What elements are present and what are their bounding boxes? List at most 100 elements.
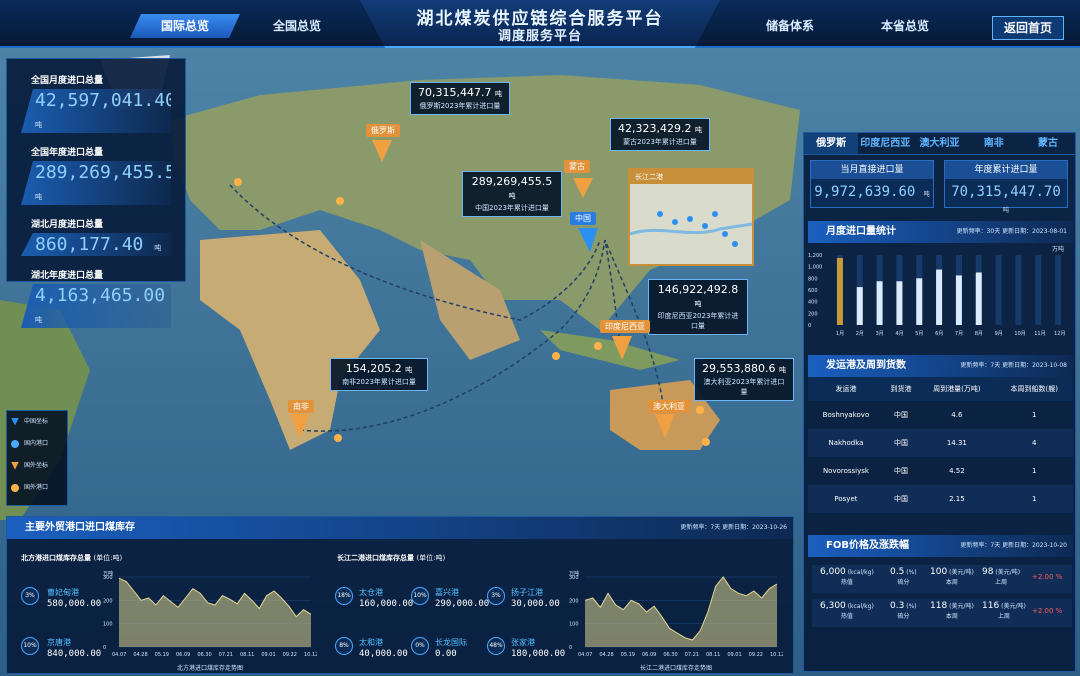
port-name: 扬子江港 [511,588,543,597]
nav-province[interactable]: 本省总览 [850,14,960,38]
map-popup[interactable]: 289,269,455.5 吨中国2023年累计进口量 [462,171,562,217]
x-tick-label: 5月 [915,331,923,337]
country-tag[interactable]: 澳大利亚 [648,400,690,413]
stat-label: 全国年度进口总量 [31,148,104,158]
yangtze-title: 长江二港进口煤库存总量 (单位:吨) [337,554,446,562]
legend-item: 国外坐标 [11,459,63,481]
tab-indonesia[interactable]: 印度尼西亚 [858,133,912,154]
y-tick-label: 0 [569,645,572,651]
y-tick-label: 600 [808,288,818,294]
y-tick-label: 400 [808,300,818,306]
nav-national[interactable]: 全国总览 [242,14,352,38]
bar-track [1055,255,1062,325]
bar [916,278,923,325]
table-row[interactable]: Boshnyakovo 中国 4.6 1 [808,401,1073,429]
foreign-port-icon[interactable] [552,352,560,360]
pct-badge: 10% [411,587,429,605]
stat-value: 860,177.40 吨 [21,233,171,256]
foreign-port-icon[interactable] [334,434,342,442]
monthly-bar-chart[interactable]: 万吨 1,200 1,000 800 600 400 200 0 1月 2月 3月 4月 5月 6月 7月 8… [808,243,1073,343]
bar-track [995,255,1002,325]
foreign-port-icon[interactable] [594,342,602,350]
bar [975,272,982,325]
area-fill [585,577,777,647]
yangtze-inset-map[interactable]: 长江二港 [628,168,754,266]
trend-up-icon: +2.00 % [1032,573,1063,581]
port-name: 曹妃甸港 [47,588,79,597]
x-tick-label: 2月 [856,331,864,337]
x-tick-label: 04.28 [133,652,147,658]
bar [936,269,943,325]
title-box: 湖北煤炭供应链综合服务平台 调度服务平台 [360,0,720,48]
port-value: 290,000.00 [435,599,490,609]
ports-section: 发运港及周到货数 更新频率：7天 更新日期：2023-10-08 发运港 到货港 周到… [808,355,1073,513]
table-row[interactable]: Novorossiysk 中国 4.52 1 [808,457,1073,485]
x-tick-label: 04.07 [578,652,592,658]
tab-russia[interactable]: 俄罗斯 [804,133,859,154]
tab-mongolia[interactable]: 蒙古 [1021,133,1075,154]
x-tick-label: 04.07 [112,652,126,658]
x-tick-label: 07.21 [685,652,699,658]
country-tag[interactable]: 俄罗斯 [366,124,400,137]
y-tick-label: 200 [808,311,818,317]
map-popup[interactable]: 154,205.2 吨南非2023年累计进口量 [330,358,428,391]
country-tag[interactable]: 印度尼西亚 [600,320,650,333]
port-name: 太仓港 [359,588,383,597]
section-header: FOB价格及涨跌幅 更新频率：7天 更新日期：2023-10-20 [808,535,1073,557]
inset-map-drawing [629,211,753,247]
fob-row[interactable]: 6,000 (kcal/kg) 热值 0.5 (%) 硫分 100 (美元/吨) 本周… [812,565,1072,593]
x-tick-label: 05.19 [621,652,635,658]
tab-australia[interactable]: 澳大利亚 [912,133,966,154]
north-area-chart[interactable]: 万吨300200100004.07 04.28 05.19 06.09 06.30 07.… [103,569,317,661]
map-popup[interactable]: 29,553,880.6 吨澳大利亚2023年累计进口量 [694,358,794,401]
map-popup[interactable]: 70,315,447.7 吨俄罗斯2023年累计进口量 [410,82,510,115]
area-fill [119,578,311,647]
country-tag[interactable]: 中国 [570,212,596,225]
fob-row[interactable]: 6,300 (kcal/kg) 热值 0.3 (%) 硫分 118 (美元/吨) 本周… [812,599,1072,627]
bar [876,281,883,325]
pct-badge: 8% [335,637,353,655]
x-tick-label: 09.01 [727,652,741,658]
y-tick-label: 200 [103,598,113,604]
foreign-port-icon[interactable] [696,406,704,414]
stat-label: 湖北月度进口总量 [31,220,104,230]
country-tag[interactable]: 南非 [288,400,314,413]
map-popup[interactable]: 146,922,492.8 吨印度尼西亚2023年累计进口量 [648,279,748,335]
nav-international[interactable]: 国际总览 [130,14,240,38]
axis-unit-label: 万吨 [1052,245,1064,253]
country-tag[interactable]: 蒙古 [564,160,590,173]
x-tick-label: 7月 [955,331,963,337]
home-button[interactable]: 返回首页 [992,16,1064,40]
x-tick-label: 04.28 [599,652,613,658]
port-value: 160,000.00 [359,599,414,609]
nav-reserve[interactable]: 储备体系 [735,14,845,38]
map-popup[interactable]: 42,323,429.2 吨蒙古2023年累计进口量 [610,118,710,151]
bar-track [1015,255,1022,325]
kpi-year: 年度累计进口量 70,315,447.70 吨 [944,160,1068,214]
y-tick-label: 0 [808,323,811,329]
bar-track [1035,255,1042,325]
y-tick-label: 1,000 [808,265,822,271]
ports-table: 发运港 到货港 周到港量(万吨) 本周到船数(艘) Boshnyakovo 中国 4.6 1… [808,377,1073,513]
y-tick-label: 1,200 [808,253,822,259]
trend-up-icon: +2.00 % [1032,607,1063,615]
table-row[interactable]: Nakhodka 中国 14.31 4 [808,429,1073,457]
table-row[interactable]: Posyet 中国 2.15 1 [808,485,1073,513]
x-tick-label: 11月 [1034,331,1045,337]
port-name: 太和港 [359,638,383,647]
port-value: 0.00 [435,649,457,659]
port-name: 长龙国际 [435,638,467,647]
x-tick-label: 12月 [1054,331,1065,337]
port-value: 180,000.00 [511,649,566,659]
bar [836,257,843,325]
foreign-port-icon[interactable] [234,178,242,186]
foreign-port-icon[interactable] [702,438,710,446]
legend-item: 国内港口 [11,437,63,459]
country-tabs: 俄罗斯 印度尼西亚 澳大利亚 南非 蒙古 [804,133,1075,155]
yangtze-area-chart[interactable]: 万吨300200100004.07 04.28 05.19 06.09 06.30 07.… [569,569,783,661]
pct-badge: 10% [21,637,39,655]
tab-south-africa[interactable]: 南非 [967,133,1021,154]
x-tick-label: 05.19 [155,652,169,658]
foreign-port-icon[interactable] [336,197,344,205]
y-tick-label: 100 [569,622,579,628]
